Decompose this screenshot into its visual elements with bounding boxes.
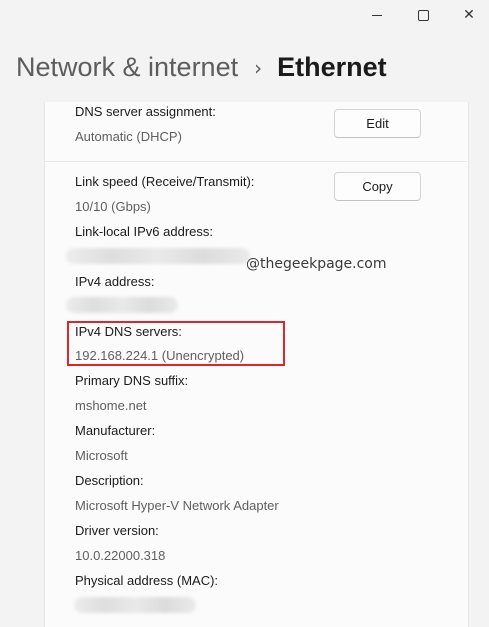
ipv4-value-redacted: [66, 297, 178, 313]
ipv6-value-redacted: [66, 248, 250, 264]
ipv6-label: Link-local IPv6 address:: [75, 224, 214, 239]
maximize-button[interactable]: [400, 0, 446, 30]
minimize-icon: [372, 14, 382, 16]
manufacturer-value: Microsoft: [75, 448, 128, 463]
dns-suffix-value: mshome.net: [75, 398, 147, 413]
ipv4-label: IPv4 address:: [75, 274, 155, 289]
page-title: Ethernet: [277, 52, 387, 82]
minimize-button[interactable]: [354, 0, 400, 30]
dns-assignment-value: Automatic (DHCP): [75, 129, 182, 144]
dns-suffix-label: Primary DNS suffix:: [75, 373, 189, 388]
chevron-right-icon: ›: [254, 55, 263, 80]
mac-label: Physical address (MAC):: [75, 573, 219, 588]
highlight-box: [67, 321, 285, 366]
edit-button[interactable]: Edit: [334, 109, 421, 138]
title-bar: ✕: [0, 0, 489, 30]
driver-version-label: Driver version:: [75, 523, 159, 538]
link-speed-label: Link speed (Receive/Transmit):: [75, 174, 255, 189]
description-label: Description:: [75, 473, 144, 488]
copy-button[interactable]: Copy: [334, 172, 421, 201]
close-button[interactable]: ✕: [446, 0, 489, 30]
close-icon: ✕: [463, 7, 475, 23]
link-speed-value: 10/10 (Gbps): [75, 199, 151, 214]
breadcrumb: Network & internet › Ethernet: [16, 52, 387, 83]
manufacturer-label: Manufacturer:: [75, 423, 156, 438]
mac-value-redacted: [74, 597, 196, 613]
description-value: Microsoft Hyper-V Network Adapter: [75, 498, 279, 513]
breadcrumb-network-internet[interactable]: Network & internet: [16, 52, 238, 83]
dns-assignment-label: DNS server assignment:: [75, 104, 216, 119]
section-divider: [44, 161, 467, 162]
watermark: @thegeekpage.com: [246, 256, 387, 272]
maximize-icon: [417, 9, 429, 21]
driver-version-value: 10.0.22000.318: [75, 548, 166, 563]
